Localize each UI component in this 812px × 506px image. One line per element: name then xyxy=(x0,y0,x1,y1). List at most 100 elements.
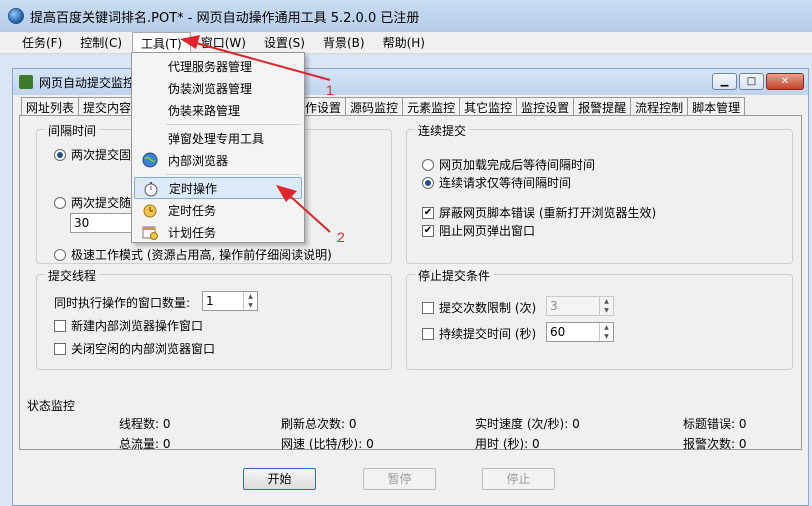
tab-flow-control[interactable]: 流程控制 xyxy=(630,97,689,116)
tab-other-monitor[interactable]: 其它监控 xyxy=(459,97,518,116)
pause-button[interactable]: 暂停 xyxy=(363,468,436,490)
menu-browser-spoof[interactable]: 伪装浏览器管理 xyxy=(134,77,302,99)
block-popups-label: 阻止网页弹出窗口 xyxy=(439,224,536,238)
checkbox[interactable] xyxy=(422,327,434,340)
menu-referer-spoof[interactable]: 伪装来路管理 xyxy=(134,99,302,121)
window-count-label: 同时执行操作的窗口数量: xyxy=(54,296,191,310)
radio-selected[interactable] xyxy=(54,148,66,161)
tab-element-monitor[interactable]: 元素监控 xyxy=(402,97,461,116)
checkbox[interactable] xyxy=(54,342,66,355)
spin-arrows-icon[interactable]: ▲ ▼ xyxy=(243,292,257,310)
window-count-input[interactable]: 1 ▲ ▼ xyxy=(202,291,258,311)
interval-fixed-option[interactable]: 两次提交固 xyxy=(54,146,131,163)
menu-scheduled-task[interactable]: 计划任务 xyxy=(134,221,302,243)
turbo-mode-label: 极速工作模式 (资源占用高, 操作前仔细阅读说明) xyxy=(71,248,332,262)
wait-after-load-label: 网页加载完成后等待间隔时间 xyxy=(439,158,596,172)
block-script-errors-label: 屏蔽网页脚本错误 (重新打开浏览器生效) xyxy=(439,206,657,220)
status-monitor: 状态监控 线程数: 0 刷新总次数: 0 实时速度 (次/秒): 0 标题错误:… xyxy=(19,395,802,459)
window-count-row: 同时执行操作的窗口数量: xyxy=(54,294,190,311)
tab-strip: 网址列表 提交内容 置 操作设置 源码监控 元素监控 其它监控 监控设置 报警提… xyxy=(21,97,746,116)
tab-script-manage[interactable]: 脚本管理 xyxy=(687,97,746,116)
app-title: 提高百度关键词排名.POT* - 网页自动操作通用工具 5.2.0.0 已注册 xyxy=(30,10,420,26)
maximize-button[interactable]: □ xyxy=(739,73,764,90)
app-titlebar: 提高百度关键词排名.POT* - 网页自动操作通用工具 5.2.0.0 已注册 xyxy=(0,0,812,32)
window-count-value: 1 xyxy=(206,294,214,308)
menu-separator xyxy=(166,174,300,175)
spin-arrows-icon[interactable]: ▲ ▼ xyxy=(599,323,613,341)
checkbox[interactable] xyxy=(422,301,434,314)
title-errors: 标题错误: 0 xyxy=(683,417,747,431)
total-traffic: 总流量: 0 xyxy=(119,437,171,451)
timed-operation-label: 定时操作 xyxy=(169,181,218,196)
checkbox-checked[interactable]: ✔ xyxy=(422,206,434,219)
menu-internal-browser[interactable]: 内部浏览器 xyxy=(134,149,302,171)
radio-selected[interactable] xyxy=(422,176,434,189)
interval-value-input[interactable]: 30 xyxy=(70,213,138,233)
menu-timed-operation[interactable]: 定时操作 xyxy=(134,177,302,199)
interval-value: 30 xyxy=(74,216,90,230)
refresh-total: 刷新总次数: 0 xyxy=(281,417,357,431)
new-browser-window-checkbox[interactable]: 新建内部浏览器操作窗口 xyxy=(54,317,203,334)
stop-condition-legend: 停止提交条件 xyxy=(415,267,494,284)
window-icon xyxy=(19,75,33,89)
app-globe-icon xyxy=(8,8,24,24)
close-idle-window-label: 关闭空闲的内部浏览器窗口 xyxy=(71,342,216,356)
menu-settings[interactable]: 设置(S) xyxy=(256,32,313,53)
duration-limit-label: 持续提交时间 (秒) xyxy=(439,327,537,341)
menu-control[interactable]: 控制(C) xyxy=(72,32,130,53)
menu-background[interactable]: 背景(B) xyxy=(315,32,373,53)
alarm-count: 报警次数: 0 xyxy=(683,437,747,451)
submit-count-input[interactable]: 3 ▲ ▼ xyxy=(546,296,614,316)
menu-window[interactable]: 窗口(W) xyxy=(193,32,254,53)
duration-value: 60 xyxy=(550,325,566,339)
close-button[interactable]: ✕ xyxy=(766,73,804,90)
menu-popup-tool[interactable]: 弹窗处理专用工具 xyxy=(134,127,302,149)
radio[interactable] xyxy=(54,248,66,261)
net-speed: 网速 (比特/秒): 0 xyxy=(281,437,374,451)
tools-dropdown-menu: 代理服务器管理 伪装浏览器管理 伪装来路管理 弹窗处理专用工具 内部浏览器 定时… xyxy=(131,52,305,243)
tab-alarm[interactable]: 报警提醒 xyxy=(573,97,632,116)
start-button[interactable]: 开始 xyxy=(243,468,316,490)
interval-random-label: 两次提交随 xyxy=(71,196,132,210)
menubar: 任务(F) 控制(C) 工具(T) 窗口(W) 设置(S) 背景(B) 帮助(H… xyxy=(0,31,812,54)
calendar-clock-icon xyxy=(142,226,158,240)
alarm-clock-icon xyxy=(143,204,157,218)
status-legend: 状态监控 xyxy=(27,399,76,413)
checkbox[interactable] xyxy=(54,319,66,332)
menu-separator xyxy=(166,124,300,125)
radio[interactable] xyxy=(54,196,66,209)
tab-source-monitor[interactable]: 源码监控 xyxy=(345,97,404,116)
submit-count-limit-label: 提交次数限制 (次) xyxy=(439,301,537,315)
duration-input[interactable]: 60 ▲ ▼ xyxy=(546,322,614,342)
realtime-speed: 实时速度 (次/秒): 0 xyxy=(475,417,580,431)
tab-url-list[interactable]: 网址列表 xyxy=(21,97,80,116)
submit-count-limit-checkbox[interactable]: 提交次数限制 (次) xyxy=(422,299,536,316)
menu-proxy-manager[interactable]: 代理服务器管理 xyxy=(134,55,302,77)
checkbox-checked[interactable]: ✔ xyxy=(422,224,434,237)
elapsed-time: 用时 (秒): 0 xyxy=(475,437,540,451)
duration-limit-checkbox[interactable]: 持续提交时间 (秒) xyxy=(422,325,536,342)
menu-task[interactable]: 任务(F) xyxy=(14,32,70,53)
continuous-group: 连续提交 xyxy=(406,122,793,264)
submit-count-value: 3 xyxy=(550,299,558,313)
close-idle-window-checkbox[interactable]: 关闭空闲的内部浏览器窗口 xyxy=(54,340,215,357)
menu-help[interactable]: 帮助(H) xyxy=(375,32,433,53)
spin-arrows-icon[interactable]: ▲ ▼ xyxy=(599,297,613,315)
wait-interval-only-label: 连续请求仅等待间隔时间 xyxy=(439,176,572,190)
internal-browser-label: 内部浏览器 xyxy=(168,153,229,168)
continuous-legend: 连续提交 xyxy=(415,122,470,139)
interval-random-option[interactable]: 两次提交随 xyxy=(54,194,131,211)
wait-interval-only-option[interactable]: 连续请求仅等待间隔时间 xyxy=(422,174,571,191)
menu-timed-task[interactable]: 定时任务 xyxy=(134,199,302,221)
tab-monitor-settings[interactable]: 监控设置 xyxy=(516,97,575,116)
minimize-button[interactable]: ▁ xyxy=(712,73,737,90)
block-popups-checkbox[interactable]: ✔ 阻止网页弹出窗口 xyxy=(422,222,535,239)
thread-count: 线程数: 0 xyxy=(119,417,171,431)
menu-tools[interactable]: 工具(T) xyxy=(132,31,191,54)
turbo-mode-option[interactable]: 极速工作模式 (资源占用高, 操作前仔细阅读说明) xyxy=(54,246,332,263)
radio[interactable] xyxy=(422,158,434,171)
wait-after-load-option[interactable]: 网页加载完成后等待间隔时间 xyxy=(422,156,595,173)
block-script-errors-checkbox[interactable]: ✔ 屏蔽网页脚本错误 (重新打开浏览器生效) xyxy=(422,204,656,221)
stop-button[interactable]: 停止 xyxy=(482,468,555,490)
interval-fixed-label: 两次提交固 xyxy=(71,148,132,162)
